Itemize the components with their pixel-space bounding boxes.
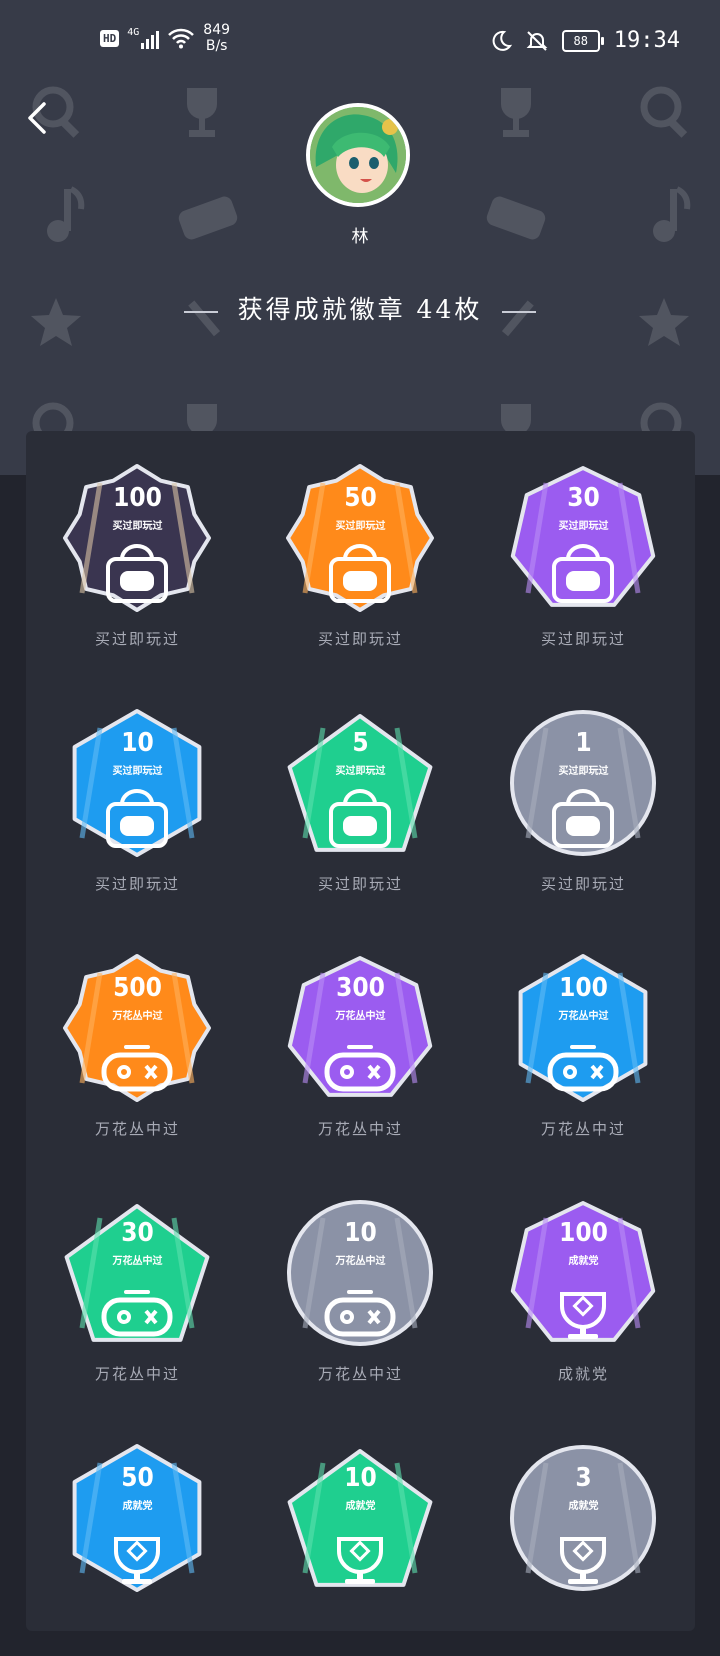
badge-value: 10 <box>121 728 154 758</box>
badge-value: 30 <box>567 483 600 513</box>
badge-name: 万花丛中过 <box>94 1120 180 1138</box>
badge-name: 买过即玩过 <box>540 630 626 648</box>
badge-name: 万花丛中过 <box>317 1120 403 1138</box>
badge-label: 万花丛中过 <box>335 1011 386 1022</box>
battery-icon: 88 <box>561 29 604 52</box>
badge-value: 10 <box>344 1218 377 1248</box>
badge-label: 买过即玩过 <box>335 766 386 777</box>
badge-value: 3 <box>575 1463 592 1493</box>
divider <box>502 310 537 313</box>
network-speed: 849 B/s <box>203 22 231 54</box>
moon-icon <box>492 30 512 51</box>
badge-item[interactable]: 3 成就党 <box>472 1411 695 1656</box>
badge-value: 1 <box>575 728 592 758</box>
mute-icon <box>526 30 548 51</box>
badge-label: 万花丛中过 <box>112 1011 163 1022</box>
signal-icon: 4G <box>127 27 160 49</box>
badge-item[interactable]: 100 万花丛中过 万花丛中过 <box>472 921 695 1166</box>
clock: 19:34 <box>613 28 680 53</box>
badge-item[interactable]: 50 买过即玩过 买过即玩过 <box>249 431 472 676</box>
badge-item[interactable]: 500 万花丛中过 万花丛中过 <box>26 921 249 1166</box>
badge-item[interactable]: 50 成就党 <box>26 1411 249 1656</box>
badge-item[interactable]: 10 买过即玩过 买过即玩过 <box>26 676 249 921</box>
chevron-left-icon[interactable] <box>24 100 54 136</box>
search-icon <box>640 86 688 138</box>
status-bar: HD 4G 849 B/s 88 19:34 <box>0 0 720 84</box>
badge-value: 5 <box>352 728 369 758</box>
badge-label: 成就党 <box>568 1501 599 1512</box>
badge-name: 买过即玩过 <box>317 630 403 648</box>
trophy-icon <box>187 88 217 137</box>
badge-item[interactable]: 10 万花丛中过 万花丛中过 <box>249 1166 472 1411</box>
badge-item[interactable]: 30 买过即玩过 买过即玩过 <box>472 431 695 676</box>
badge-value: 100 <box>559 1218 608 1248</box>
badge-label: 买过即玩过 <box>112 766 163 777</box>
badge-label: 万花丛中过 <box>112 1256 163 1267</box>
wifi-icon <box>168 28 195 49</box>
badge-label: 成就党 <box>568 1256 599 1267</box>
badge-name: 万花丛中过 <box>540 1120 626 1138</box>
username: 林 <box>351 227 369 247</box>
badge-name: 万花丛中过 <box>317 1365 403 1383</box>
badge-value: 30 <box>121 1218 154 1248</box>
hd-icon: HD <box>100 29 120 47</box>
badge-name: 买过即玩过 <box>94 630 180 648</box>
badge-item[interactable]: 1 买过即玩过 买过即玩过 <box>472 676 695 921</box>
badge-panel: 100 买过即玩过 买过即玩过 50 买过即玩过 买过即玩过 30 买过即玩过 买过即玩过 10 买… <box>26 431 695 1631</box>
badge-label: 成就党 <box>345 1501 376 1512</box>
badge-value: 500 <box>113 973 162 1003</box>
badge-value: 100 <box>559 973 608 1003</box>
badge-value: 10 <box>344 1463 377 1493</box>
badge-label: 买过即玩过 <box>558 766 609 777</box>
badge-name: 万花丛中过 <box>94 1365 180 1383</box>
badge-value: 300 <box>336 973 385 1003</box>
badge-name: 成就党 <box>557 1365 609 1383</box>
badge-item[interactable]: 100 成就党 成就党 <box>472 1166 695 1411</box>
avatar[interactable] <box>306 103 410 207</box>
badge-value: 50 <box>121 1463 154 1493</box>
badge-name: 买过即玩过 <box>540 875 626 893</box>
badge-item[interactable]: 300 万花丛中过 万花丛中过 <box>249 921 472 1166</box>
badge-name: 买过即玩过 <box>317 875 403 893</box>
trophy-icon <box>501 88 531 137</box>
badge-value: 100 <box>113 483 162 513</box>
badge-label: 买过即玩过 <box>335 521 386 532</box>
badge-label: 买过即玩过 <box>112 521 163 532</box>
badge-summary: 获得成就徽章 44枚 <box>0 290 720 326</box>
profile-header: HD 4G 849 B/s 88 19:34 林 获得成就徽章 44枚 <box>0 0 720 475</box>
divider <box>183 310 218 313</box>
badge-item[interactable]: 10 成就党 <box>249 1411 472 1656</box>
badge-label: 成就党 <box>122 1501 153 1512</box>
badge-value: 50 <box>344 483 377 513</box>
badge-label: 万花丛中过 <box>335 1256 386 1267</box>
badge-label: 买过即玩过 <box>558 521 609 532</box>
badge-item[interactable]: 30 万花丛中过 万花丛中过 <box>26 1166 249 1411</box>
badge-name: 买过即玩过 <box>94 875 180 893</box>
summary-title: 获得成就徽章 44枚 <box>237 295 483 324</box>
badge-item[interactable]: 100 买过即玩过 买过即玩过 <box>26 431 249 676</box>
badge-item[interactable]: 5 买过即玩过 买过即玩过 <box>249 676 472 921</box>
badge-label: 万花丛中过 <box>558 1011 609 1022</box>
